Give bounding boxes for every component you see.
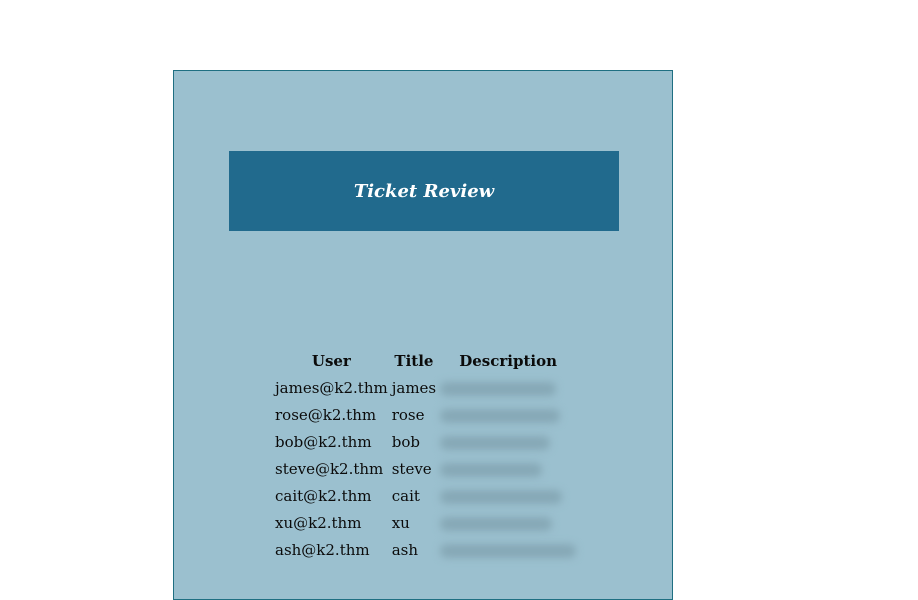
cell-title: james	[391, 378, 437, 397]
cell-description	[438, 455, 578, 482]
cell-user: steve@k2.thm	[275, 459, 384, 478]
cell-description	[438, 374, 578, 401]
cell-title: steve	[391, 459, 432, 478]
table-row: steve@k2.thm steve	[273, 455, 578, 482]
table-row: xu@k2.thm xu	[273, 509, 578, 536]
cell-user: rose@k2.thm	[275, 405, 377, 424]
cell-user: xu@k2.thm	[275, 513, 362, 532]
page-title: Ticket Review	[353, 180, 495, 202]
cell-description	[438, 401, 578, 428]
cell-user: ash@k2.thm	[275, 540, 370, 559]
table-row: james@k2.thm james	[273, 374, 578, 401]
table-row: bob@k2.thm bob	[273, 428, 578, 455]
redacted-description	[440, 489, 563, 504]
cell-title: rose	[391, 405, 425, 424]
header-banner: Ticket Review	[229, 151, 619, 231]
cell-title: xu	[391, 513, 410, 532]
ticket-review-panel: Ticket Review User Title Description jam…	[173, 70, 673, 600]
redacted-description	[440, 543, 577, 558]
table-row: ash@k2.thm ash	[273, 536, 578, 563]
cell-title: cait	[391, 486, 420, 505]
table-header-row: User Title Description	[273, 347, 578, 374]
cell-title: bob	[391, 432, 420, 451]
redacted-description	[440, 408, 561, 423]
column-header-title: Title	[394, 351, 434, 370]
cell-description	[438, 509, 578, 536]
column-header-user: User	[311, 351, 351, 370]
tickets-table: User Title Description james@k2.thm jame…	[273, 347, 578, 563]
redacted-description	[440, 516, 553, 531]
cell-user: james@k2.thm	[275, 378, 388, 397]
cell-user: bob@k2.thm	[275, 432, 372, 451]
table-row: rose@k2.thm rose	[273, 401, 578, 428]
column-header-description: Description	[459, 351, 557, 370]
redacted-description	[440, 435, 551, 450]
redacted-description	[440, 381, 557, 396]
redacted-description	[440, 462, 543, 477]
cell-description	[438, 536, 578, 563]
cell-user: cait@k2.thm	[275, 486, 372, 505]
cell-description	[438, 482, 578, 509]
cell-title: ash	[391, 540, 419, 559]
table-row: cait@k2.thm cait	[273, 482, 578, 509]
cell-description	[438, 428, 578, 455]
